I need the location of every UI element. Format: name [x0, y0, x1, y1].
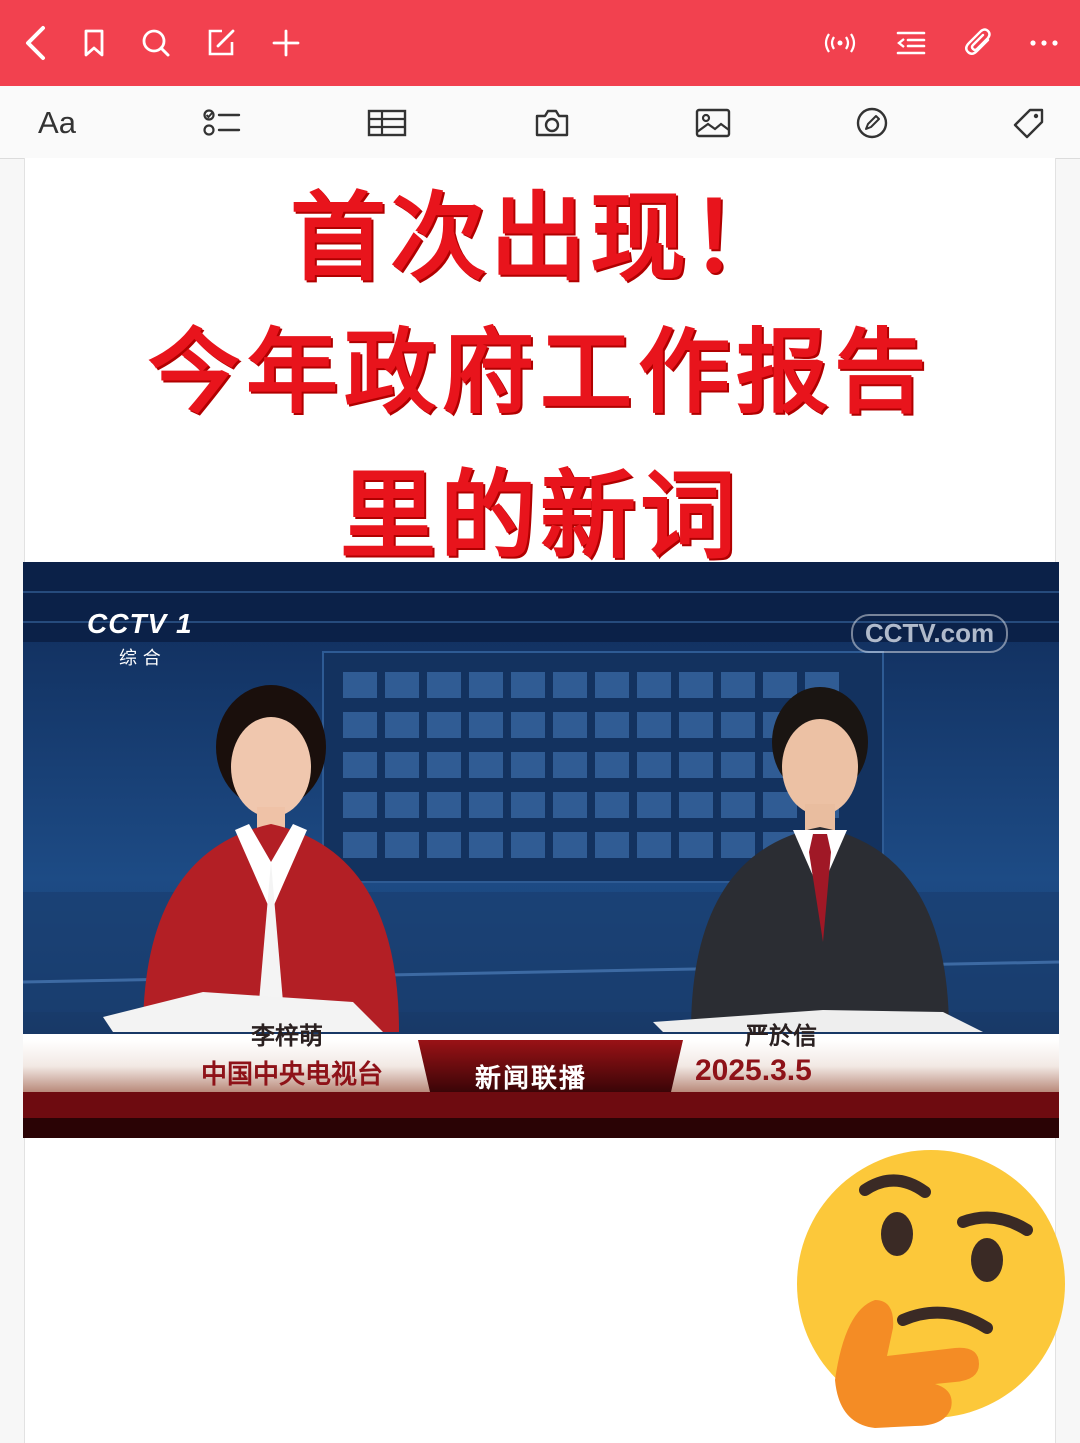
program-name: 新闻联播 [475, 1064, 588, 1094]
headline-line-2: 今年政府工作报告 [147, 319, 932, 426]
anchor-right-name: 严於信 [745, 1022, 817, 1050]
camera-icon[interactable] [527, 98, 577, 148]
thinking-face-icon [795, 1150, 1067, 1430]
tag-icon[interactable] [1004, 98, 1054, 148]
text-format-button[interactable]: Aa [32, 98, 82, 148]
channel-logo: CCTV 1 [87, 608, 193, 639]
more-icon[interactable] [1020, 19, 1068, 67]
checklist-icon[interactable] [197, 98, 247, 148]
pencil-icon[interactable] [847, 98, 897, 148]
top-app-bar [0, 0, 1080, 86]
back-chevron-icon[interactable] [12, 19, 60, 67]
channel-sub: 综 合 [119, 648, 161, 669]
format-toolbar: Aa [0, 86, 1080, 159]
image-icon[interactable] [688, 98, 738, 148]
search-icon[interactable] [132, 19, 180, 67]
news-broadcast-image[interactable]: CCTV 1 综 合 CCTV.com 李梓萌 严於信 中国中央电视台 新闻联播… [23, 562, 1059, 1138]
broadcast-icon[interactable] [816, 19, 864, 67]
edit-icon[interactable] [197, 19, 245, 67]
bookmark-icon[interactable] [70, 19, 118, 67]
station-name: 中国中央电视台 [201, 1060, 384, 1090]
watermark: CCTV.com [851, 614, 1009, 653]
table-icon[interactable] [362, 98, 412, 148]
add-icon[interactable] [262, 19, 310, 67]
broadcast-date: 2025.3.5 [695, 1054, 812, 1087]
anchor-left-name: 李梓萌 [251, 1022, 323, 1050]
headline-line-3: 里的新词 [340, 460, 740, 572]
attachment-icon[interactable] [955, 19, 1003, 67]
outline-icon[interactable] [887, 19, 935, 67]
headline-line-1: 首次出现！ [290, 182, 790, 294]
